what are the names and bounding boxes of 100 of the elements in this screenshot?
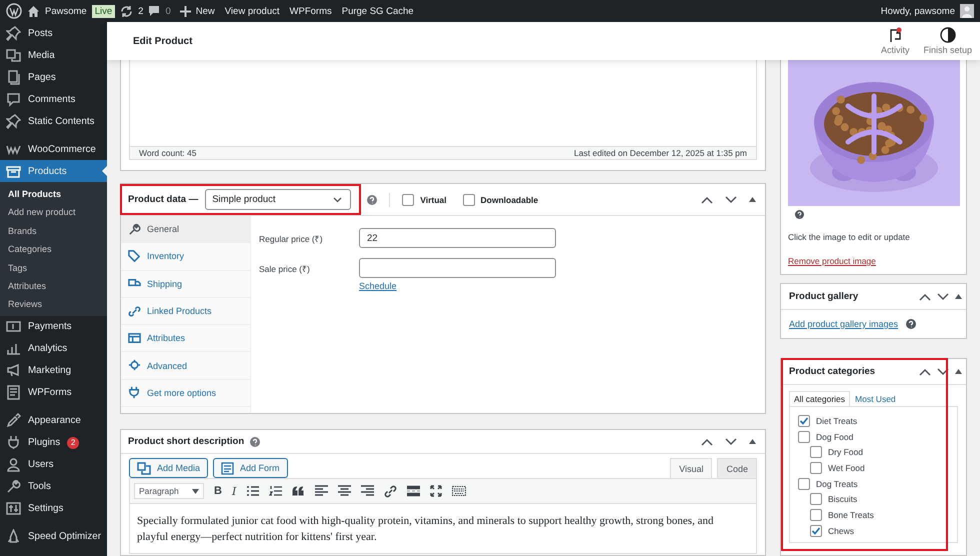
submenu-item[interactable]: Add new product bbox=[0, 203, 107, 222]
align-center-icon[interactable] bbox=[338, 485, 352, 497]
help-icon[interactable] bbox=[367, 194, 378, 204]
link-icon[interactable] bbox=[384, 484, 398, 498]
sidebar-item[interactable]: Pages bbox=[0, 66, 107, 88]
checkbox[interactable] bbox=[810, 524, 822, 537]
category-option[interactable]: Chews bbox=[790, 522, 957, 538]
comments-count[interactable]: 0 bbox=[165, 6, 171, 16]
format-button[interactable]: B bbox=[214, 485, 222, 497]
checkbox[interactable] bbox=[810, 508, 822, 521]
move-up-icon[interactable] bbox=[919, 292, 931, 300]
fullscreen-icon[interactable] bbox=[430, 485, 442, 497]
product-data-tab[interactable]: Linked Products bbox=[121, 298, 250, 326]
collapse-icon[interactable] bbox=[955, 294, 962, 299]
sidebar-item[interactable]: Plugins 2 bbox=[0, 432, 107, 454]
checkbox[interactable] bbox=[798, 414, 810, 427]
help-icon[interactable] bbox=[906, 319, 916, 329]
bulleted-list-icon[interactable] bbox=[246, 485, 260, 497]
collapse-icon[interactable] bbox=[749, 439, 756, 444]
category-option[interactable]: Biscuits bbox=[790, 491, 957, 508]
category-tab[interactable]: All categories bbox=[789, 391, 850, 406]
sidebar-item[interactable]: Products bbox=[0, 160, 107, 182]
description-text[interactable]: Specially formulated junior cat food with high-quality protein, vitamins, and minerals to support healthy growth, strong bones, and playful energy—perfect nutrition for kittens' first year. bbox=[129, 504, 757, 554]
admin-bar-link[interactable]: Purge SG Cache bbox=[342, 6, 414, 16]
checkbox-label[interactable]: Virtual bbox=[402, 194, 446, 206]
speech-bubble-icon[interactable] bbox=[148, 5, 160, 17]
format-select[interactable]: Paragraph bbox=[134, 483, 204, 499]
checkbox[interactable] bbox=[798, 478, 810, 490]
add-gallery-images-link[interactable]: Add product gallery images bbox=[789, 319, 898, 329]
checkbox[interactable] bbox=[462, 194, 474, 206]
home-icon[interactable] bbox=[27, 4, 40, 18]
product-data-tab[interactable]: Inventory bbox=[121, 243, 250, 271]
sidebar-item[interactable]: Marketing bbox=[0, 360, 107, 382]
category-option[interactable]: Dry Food bbox=[790, 444, 957, 460]
submenu-item[interactable]: Attributes bbox=[0, 276, 107, 296]
header-action-button[interactable]: Finish setup bbox=[923, 27, 972, 55]
sidebar-item[interactable]: Analytics bbox=[0, 338, 107, 360]
align-left-icon[interactable] bbox=[315, 485, 328, 497]
help-icon[interactable] bbox=[250, 436, 260, 446]
checkbox[interactable] bbox=[798, 430, 810, 443]
checkbox[interactable] bbox=[402, 194, 414, 206]
submenu-item[interactable]: Categories bbox=[0, 240, 107, 259]
read-more-icon[interactable] bbox=[407, 485, 420, 497]
sidebar-item[interactable]: Settings bbox=[0, 498, 107, 520]
header-action-button[interactable]: Activity bbox=[880, 27, 910, 55]
quote-icon[interactable] bbox=[292, 486, 306, 496]
plus-icon[interactable] bbox=[180, 6, 191, 16]
move-up-icon[interactable] bbox=[919, 368, 931, 376]
move-down-icon[interactable] bbox=[725, 196, 737, 204]
move-up-icon[interactable] bbox=[701, 438, 713, 446]
sidebar-item[interactable]: Appearance bbox=[0, 410, 107, 432]
category-option[interactable]: Dog Food bbox=[790, 428, 957, 444]
updates-count[interactable]: 2 bbox=[138, 6, 144, 16]
sidebar-item[interactable]: Tools bbox=[0, 476, 107, 498]
schedule-link[interactable]: Schedule bbox=[359, 281, 397, 291]
category-option[interactable]: Dog Treats bbox=[790, 476, 957, 492]
submenu-item[interactable]: Brands bbox=[0, 222, 107, 240]
product-data-tab[interactable]: General bbox=[121, 216, 250, 244]
new-link[interactable]: New bbox=[196, 6, 215, 16]
keyboard-icon[interactable] bbox=[452, 485, 466, 497]
sidebar-item[interactable]: Media bbox=[0, 44, 107, 66]
align-right-icon[interactable] bbox=[361, 485, 374, 497]
move-down-icon[interactable] bbox=[937, 292, 949, 300]
sidebar-item[interactable]: Comments bbox=[0, 88, 107, 110]
input-field[interactable] bbox=[359, 258, 556, 278]
media-button[interactable]: Add Media bbox=[129, 458, 208, 478]
product-data-tab[interactable]: Attributes bbox=[121, 325, 250, 352]
collapse-icon[interactable] bbox=[749, 197, 756, 202]
checkbox[interactable] bbox=[810, 493, 822, 506]
move-down-icon[interactable] bbox=[725, 438, 737, 446]
submenu-item[interactable]: Reviews bbox=[0, 295, 107, 314]
move-down-icon[interactable] bbox=[937, 368, 949, 376]
admin-bar-link[interactable]: WPForms bbox=[290, 6, 332, 16]
product-data-tab[interactable]: Shipping bbox=[121, 270, 250, 298]
editor-mode-tab[interactable]: Visual bbox=[670, 458, 712, 478]
collapse-icon[interactable] bbox=[955, 369, 962, 374]
category-option[interactable]: Bone Treats bbox=[790, 507, 957, 523]
checkbox[interactable] bbox=[810, 462, 822, 474]
move-up-icon[interactable] bbox=[701, 196, 713, 204]
media-button[interactable]: Add Form bbox=[213, 458, 288, 478]
greeting-link[interactable]: Howdy, pawsome bbox=[880, 6, 955, 16]
site-name-link[interactable]: Pawsome bbox=[45, 6, 87, 16]
sidebar-item[interactable]: WPForms bbox=[0, 382, 107, 404]
sidebar-item[interactable]: Static Contents bbox=[0, 110, 107, 132]
admin-bar-link[interactable]: View product bbox=[224, 6, 280, 16]
input-field[interactable]: 22 bbox=[359, 228, 556, 248]
product-type-select[interactable]: Simple product bbox=[205, 189, 352, 210]
wordpress-logo-icon[interactable] bbox=[6, 3, 22, 19]
submenu-item[interactable]: All Products bbox=[0, 185, 107, 204]
format-button[interactable]: I bbox=[232, 484, 236, 498]
category-tab[interactable]: Most Used bbox=[850, 391, 901, 406]
sidebar-item[interactable]: WooCommerce bbox=[0, 138, 107, 160]
category-option[interactable]: Wet Food bbox=[790, 460, 957, 476]
submenu-item[interactable]: Tags bbox=[0, 258, 107, 277]
numbered-list-icon[interactable] bbox=[269, 485, 282, 497]
refresh-icon[interactable] bbox=[120, 4, 134, 18]
sidebar-item[interactable]: Speed Optimizer bbox=[0, 526, 107, 548]
category-option[interactable]: Diet Treats bbox=[790, 413, 957, 429]
product-data-tab[interactable]: Get more options bbox=[121, 380, 250, 408]
remove-image-link[interactable]: Remove product image bbox=[788, 256, 876, 266]
